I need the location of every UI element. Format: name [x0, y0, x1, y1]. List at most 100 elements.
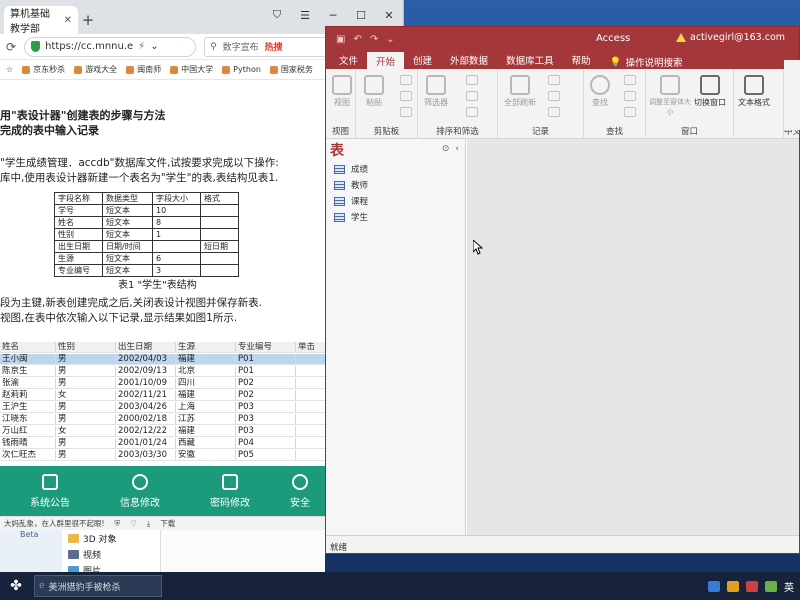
- refresh-all-button[interactable]: 全部刷新: [504, 75, 536, 108]
- replace-icon[interactable]: [624, 75, 636, 85]
- column-header: 专业编号: [236, 342, 296, 353]
- explorer-item-videos[interactable]: 视频: [68, 548, 101, 561]
- format-painter-icon[interactable]: [400, 107, 412, 117]
- undo-icon[interactable]: ↶: [353, 34, 361, 45]
- datasheet-figure: 姓名 性别 出生日期 生源 专业编号 单击 王小闽男 2002/04/03 福建 P0…: [0, 342, 326, 470]
- taskbar-search[interactable]: e 美洲猎豹手被枪杀: [34, 575, 162, 597]
- datasheet-header-row: 姓名 性别 出生日期 生源 专业编号 单击: [0, 342, 326, 353]
- customize-icon[interactable]: ⌄: [386, 34, 394, 45]
- address-bar[interactable]: https://cc.mnnu.e ⚡ ⌄: [24, 36, 197, 57]
- nav-search-icon[interactable]: ⊙: [442, 144, 450, 154]
- bookmark-item[interactable]: 闽南师: [126, 64, 161, 75]
- folder-icon: [68, 534, 79, 543]
- heart-icon[interactable]: ♡: [130, 519, 137, 528]
- search-input[interactable]: 数字宣布: [223, 40, 259, 53]
- delete-record-icon[interactable]: [548, 107, 560, 117]
- nav-pane-title: 表: [330, 143, 344, 159]
- table-cell: 短日期: [200, 240, 239, 253]
- bookmark-item[interactable]: 国家税务: [269, 64, 313, 75]
- bookmark-item[interactable]: 游戏大全: [74, 64, 117, 75]
- nav-table-teachers[interactable]: 教师: [326, 177, 465, 193]
- table-caption: 表1 "学生"表结构: [118, 280, 197, 291]
- ribbon: 视图 视图 粘贴 剪贴板 筛选器 排序和筛选 全部刷新 记录 查找 查找 调整至…: [326, 69, 799, 139]
- change-password-button[interactable]: 密码修改: [190, 473, 270, 509]
- edit-info-button[interactable]: 信息修改: [100, 473, 180, 509]
- start-button[interactable]: ✤: [0, 572, 32, 600]
- tray-app-icon[interactable]: [708, 580, 720, 592]
- ribbon-group-label: 记录: [531, 127, 549, 137]
- explorer-item-3d-objects[interactable]: 3D 对象: [68, 532, 117, 545]
- system-tray: 英: [708, 579, 800, 594]
- save-record-icon[interactable]: [548, 91, 560, 101]
- tell-me-search[interactable]: 💡 操作说明搜索: [600, 55, 683, 70]
- paste-button[interactable]: 粘贴: [364, 75, 384, 108]
- table-row: 学号 短文本 10: [54, 204, 239, 217]
- news-ticker[interactable]: 大妈乱象，在人群里很不起眼!: [4, 518, 105, 529]
- resize-to-form-button[interactable]: 调整至窗体大小: [648, 75, 692, 117]
- new-record-icon[interactable]: [548, 75, 560, 85]
- browser-tab[interactable]: 算机基础教学部 ✕: [4, 6, 78, 35]
- lock-icon: [222, 473, 238, 490]
- download-label[interactable]: 下载: [160, 518, 175, 529]
- bookmark-item[interactable]: 京东秒杀: [22, 64, 65, 75]
- text-format-icon: [744, 75, 764, 95]
- paste-icon: [364, 75, 384, 95]
- switch-window-button[interactable]: 切换窗口: [694, 75, 726, 108]
- tab-help[interactable]: 帮助: [563, 51, 600, 69]
- menu-icon[interactable]: ☰: [291, 0, 319, 30]
- back-icon[interactable]: ⟳: [6, 40, 16, 54]
- shield-icon[interactable]: ⛨: [115, 519, 121, 529]
- tab-database-tools[interactable]: 数据库工具: [497, 51, 563, 69]
- collapse-icon[interactable]: ‹: [455, 144, 459, 154]
- nav-table-students[interactable]: 学生: [326, 209, 465, 225]
- save-icon[interactable]: ▣: [336, 34, 345, 45]
- bookmark-item[interactable]: 中国大学: [170, 64, 213, 75]
- tab-home[interactable]: 开始: [367, 52, 405, 69]
- sort-ascending-icon[interactable]: [466, 75, 478, 85]
- nav-table-courses[interactable]: 课程: [326, 193, 465, 209]
- remove-sort-icon[interactable]: [466, 107, 478, 117]
- cut-icon[interactable]: [400, 75, 412, 85]
- text-format-button[interactable]: 文本格式: [738, 75, 770, 108]
- chevron-down-icon[interactable]: ⌄: [150, 41, 158, 52]
- copy-icon[interactable]: [400, 91, 412, 101]
- shirt-icon[interactable]: ⛉: [263, 0, 291, 30]
- new-tab-button[interactable]: +: [78, 6, 98, 34]
- tray-app-icon[interactable]: [765, 580, 777, 592]
- bookmark-star-icon[interactable]: ☆: [6, 65, 13, 74]
- doc-intro: "学生成绩管理．accdb"数据库文件,试按要求完成以下操作: 库中,使用表设计…: [0, 156, 279, 186]
- view-button[interactable]: 视图: [332, 75, 352, 108]
- table-icon: [334, 212, 345, 222]
- language-indicator[interactable]: 英: [784, 579, 794, 594]
- tab-create[interactable]: 创建: [404, 51, 441, 69]
- download-icon[interactable]: ⤓: [147, 519, 150, 529]
- select-icon[interactable]: [624, 107, 636, 117]
- bookmark-item[interactable]: Python: [222, 65, 261, 74]
- tab-file[interactable]: 文件: [330, 51, 367, 69]
- close-tab-icon[interactable]: ✕: [64, 15, 72, 26]
- hot-search-badge[interactable]: 热搜: [265, 40, 283, 53]
- tray-app-icon[interactable]: [746, 580, 758, 592]
- nav-pane-header[interactable]: 表 ⊙ ‹: [326, 139, 465, 161]
- security-button[interactable]: 安全: [280, 473, 320, 509]
- ribbon-group-find: 查找 查找: [584, 69, 646, 139]
- table-row: 专业编号 短文本 3: [54, 264, 239, 277]
- sort-descending-icon[interactable]: [466, 91, 478, 101]
- lightning-icon[interactable]: ⚡: [138, 41, 145, 52]
- system-notice-button[interactable]: 系统公告: [10, 473, 90, 509]
- table-header-cell: 字段大小: [152, 192, 201, 205]
- tray-app-icon[interactable]: [727, 580, 739, 592]
- signed-in-user[interactable]: activegirl@163.com: [676, 32, 785, 43]
- find-button[interactable]: 查找: [590, 75, 610, 108]
- ribbon-group-window: 调整至窗体大小 切换窗口 窗口: [646, 69, 734, 139]
- table-cell: 性别: [54, 228, 103, 241]
- cursor-arrow-icon: [472, 238, 484, 255]
- nav-table-scores[interactable]: 成绩: [326, 161, 465, 177]
- goto-icon[interactable]: [624, 91, 636, 101]
- tab-external-data[interactable]: 外部数据: [441, 51, 497, 69]
- access-workspace[interactable]: [467, 139, 799, 535]
- redo-icon[interactable]: ↷: [370, 34, 378, 45]
- filter-button[interactable]: 筛选器: [424, 75, 448, 108]
- bookmark-icon: [22, 65, 31, 74]
- file-explorer-window: Beta 3D 对象 视频 图片: [0, 524, 325, 577]
